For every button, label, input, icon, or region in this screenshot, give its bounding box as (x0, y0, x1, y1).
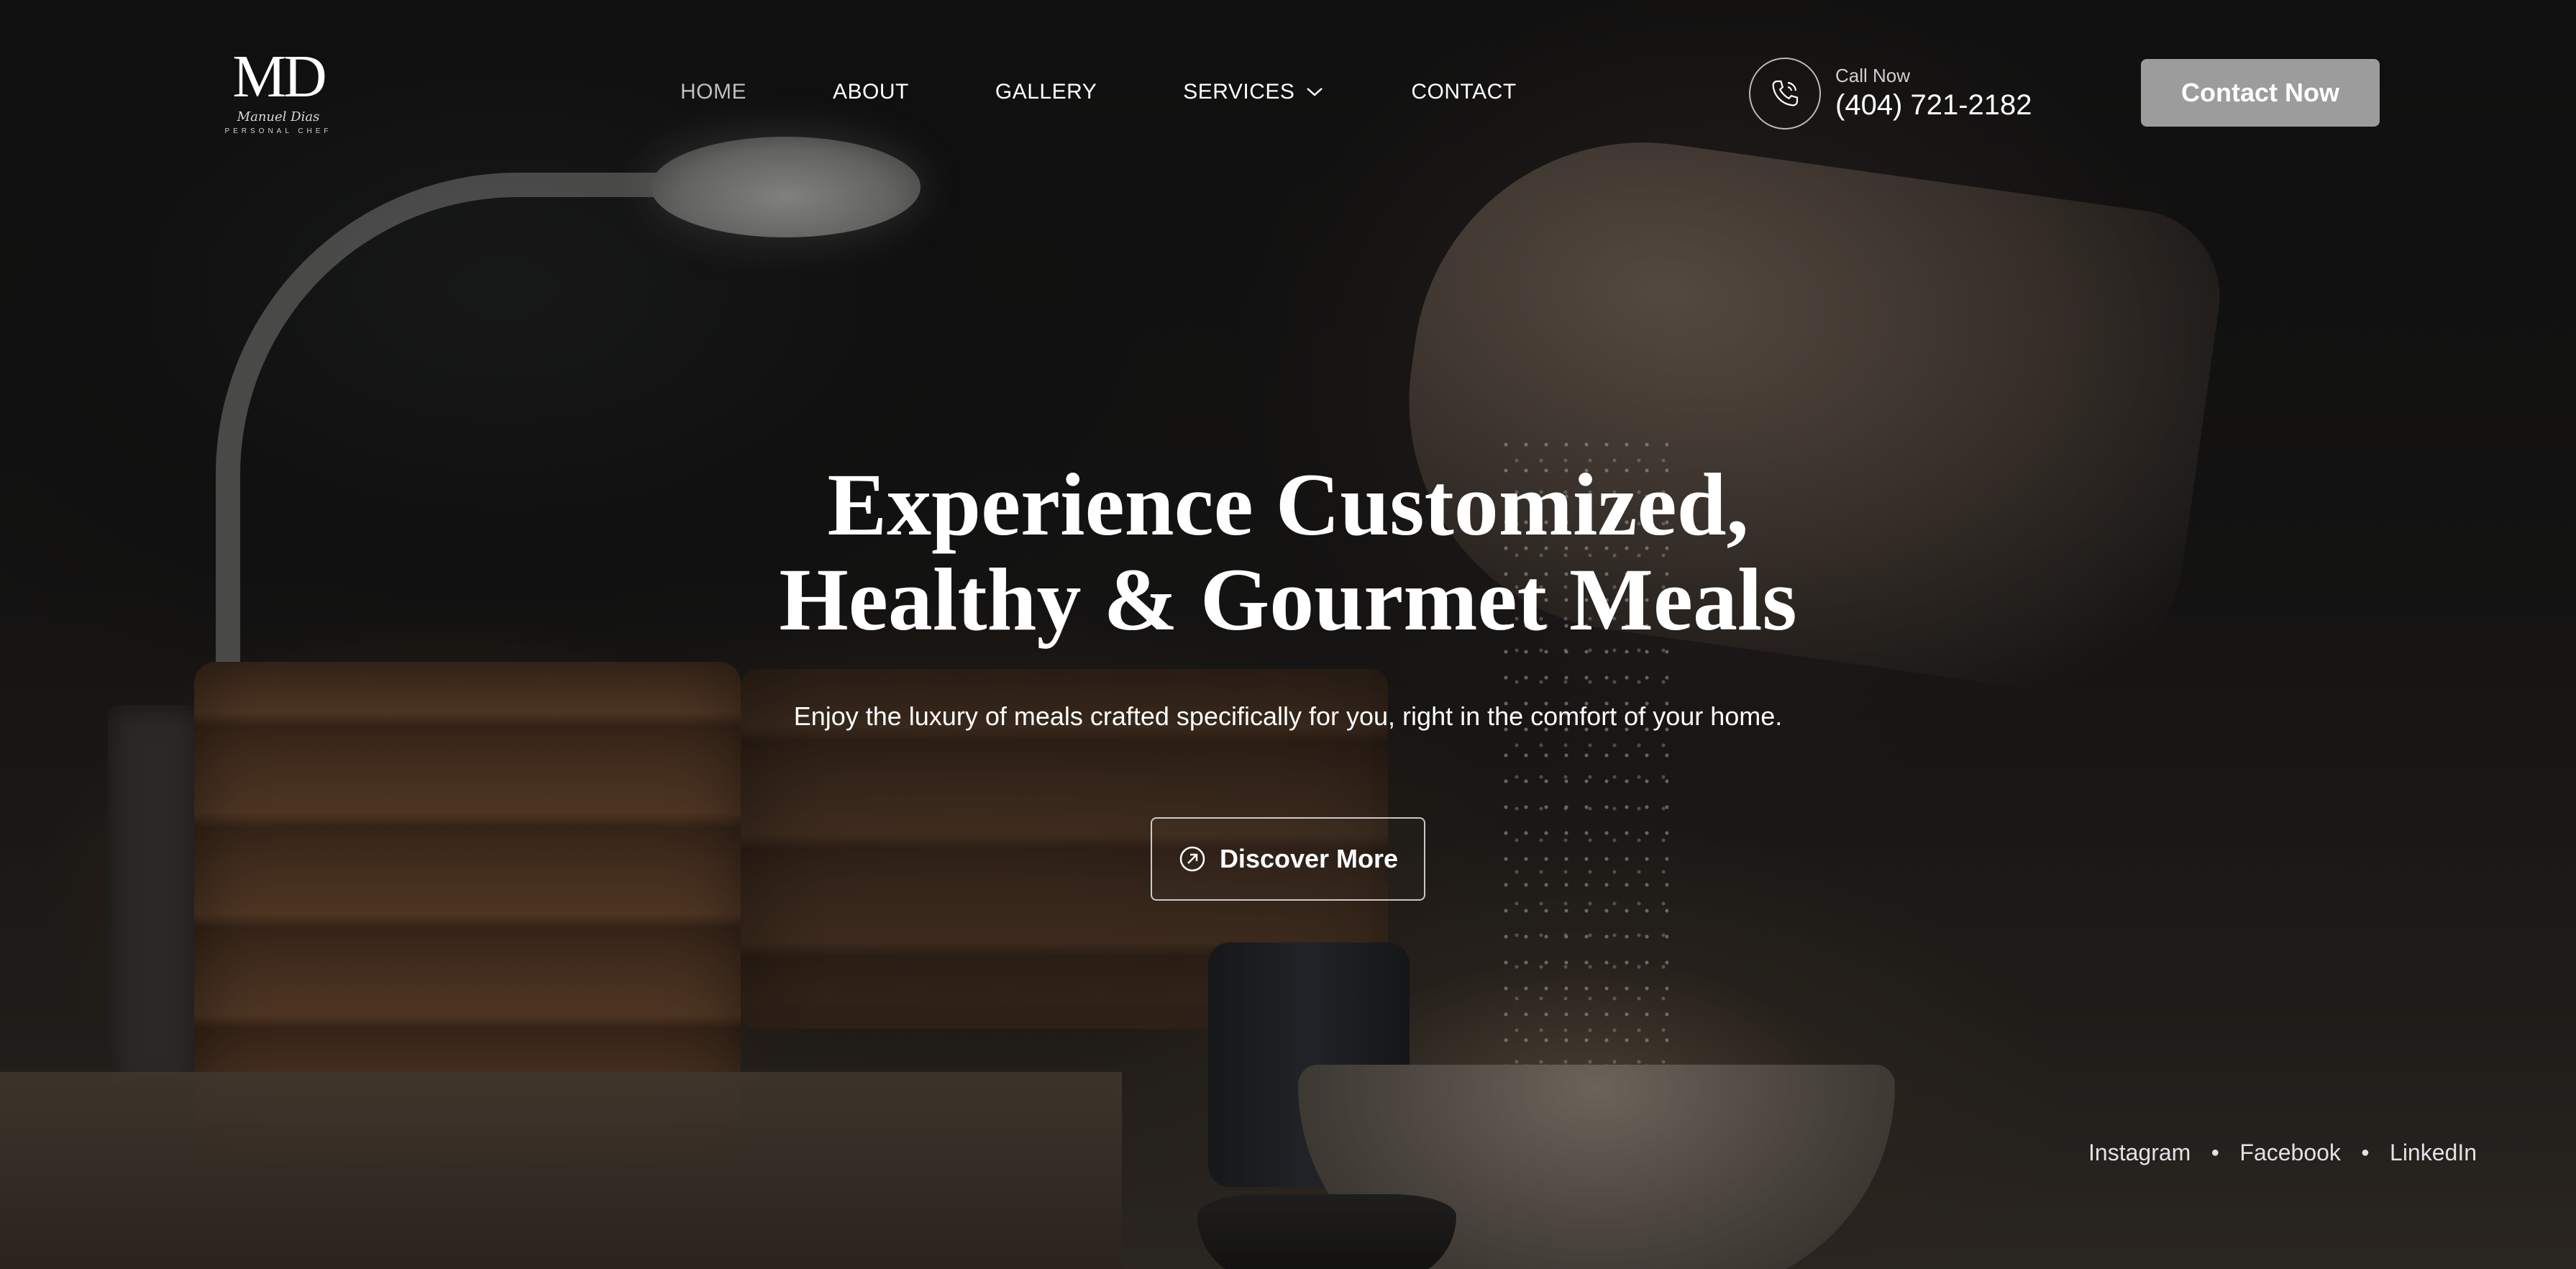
nav-item-label: GALLERY (995, 80, 1097, 104)
nav-item-label: HOME (680, 80, 746, 104)
logo-script: Manuel Dias (237, 109, 320, 124)
headline-line-1: Experience Customized, (827, 455, 1749, 554)
nav-item-gallery[interactable]: GALLERY (995, 80, 1097, 104)
nav-item-about[interactable]: ABOUT (833, 80, 909, 104)
separator-dot: ● (2360, 1144, 2370, 1160)
hero-subheadline: Enjoy the luxury of meals crafted specif… (793, 701, 1783, 731)
main-nav: HOME ABOUT GALLERY SERVICES CONTACT (680, 78, 1517, 106)
logo-mark: MD (232, 43, 326, 110)
facebook-link[interactable]: Facebook (2239, 1140, 2341, 1166)
phone-icon-wrapper (1749, 58, 1821, 129)
call-label: Call Now (1835, 65, 1911, 86)
arrow-up-right-circle-icon (1179, 846, 1205, 872)
nav-item-label: SERVICES (1183, 80, 1295, 104)
linkedin-link[interactable]: LinkedIn (2390, 1140, 2477, 1166)
hero-section: MD Manuel Dias PERSONAL CHEF HOME ABOUT … (0, 0, 2576, 1269)
call-text: Call Now (404) 721-2182 (1835, 64, 2032, 123)
phone-number[interactable]: (404) 721-2182 (1835, 87, 2032, 123)
nav-item-contact[interactable]: CONTACT (1411, 80, 1516, 104)
nav-item-home[interactable]: HOME (680, 80, 746, 104)
discover-more-button[interactable]: Discover More (1151, 817, 1425, 901)
phone-icon (1772, 80, 1799, 106)
nav-item-label: ABOUT (833, 80, 909, 104)
headline-line-2: Healthy & Gourmet Meals (779, 550, 1797, 649)
contact-now-button[interactable]: Contact Now (2141, 59, 2380, 127)
chevron-down-icon (1307, 88, 1323, 96)
discover-more-label: Discover More (1219, 844, 1399, 873)
hero-headline: Experience Customized, Healthy & Gourmet… (719, 458, 1857, 647)
instagram-link[interactable]: Instagram (2088, 1140, 2191, 1166)
logo-subtitle: PERSONAL CHEF (224, 127, 332, 135)
nav-item-services[interactable]: SERVICES (1183, 80, 1325, 104)
social-links: Instagram ● Facebook ● LinkedIn (2088, 1137, 2477, 1168)
nav-item-label: CONTACT (1411, 80, 1517, 104)
site-logo[interactable]: MD Manuel Dias PERSONAL CHEF (217, 45, 339, 153)
separator-dot: ● (2211, 1144, 2220, 1160)
call-now[interactable]: Call Now (404) 721-2182 (1749, 56, 2032, 131)
